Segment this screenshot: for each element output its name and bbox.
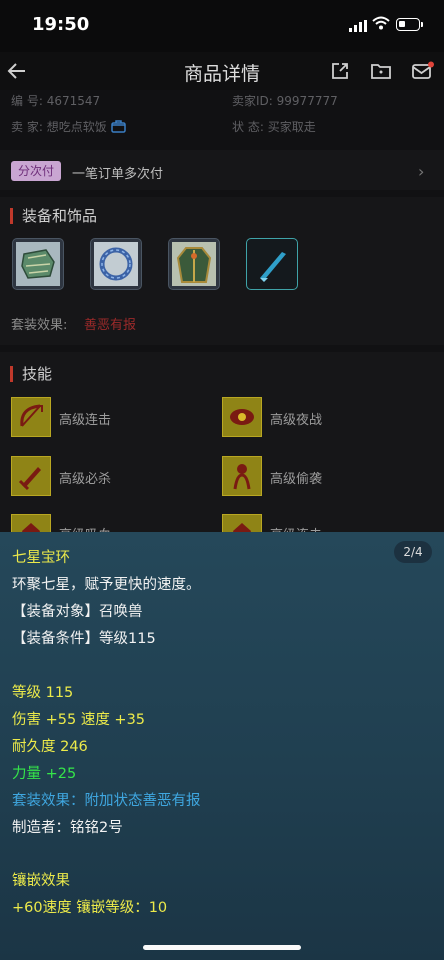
robe-icon[interactable]	[168, 238, 220, 290]
chevron-right-icon[interactable]: ›	[418, 162, 424, 181]
equipment-title: 装备和饰品	[10, 208, 97, 224]
home-indicator[interactable]	[143, 945, 301, 950]
status-time: 19:50	[32, 14, 90, 35]
bow-icon[interactable]	[11, 397, 51, 437]
skill-label: 高级连击	[59, 413, 112, 428]
eye-icon[interactable]	[222, 397, 262, 437]
figure-icon[interactable]	[222, 456, 262, 496]
item-condition: 【装备条件】等级115	[12, 631, 156, 647]
state-label: 状 态:	[232, 120, 264, 134]
folder-icon[interactable]	[370, 61, 392, 81]
item-maker: 制造者：铭铭2号	[12, 820, 123, 836]
ring-icon[interactable]	[90, 238, 142, 290]
installment-text: 一笔订单多次付	[72, 167, 164, 182]
skills-title: 技能	[10, 366, 52, 382]
wifi-icon	[372, 16, 390, 30]
battery-cap	[421, 22, 423, 27]
armguard-icon[interactable]	[12, 238, 64, 290]
blade-icon[interactable]	[246, 238, 298, 290]
seller-label: 卖 家:	[11, 120, 43, 134]
item-description: 环聚七星，赋予更快的速度。	[12, 577, 201, 593]
inlay-title: 镶嵌效果	[12, 873, 70, 889]
item-name: 七星宝环	[12, 550, 70, 566]
set-effect-value: 善恶有报	[84, 318, 137, 333]
set-effect-label: 套装效果:	[11, 318, 68, 333]
seller: 卖 家: 想吃点软饭	[11, 118, 126, 135]
state: 状 态: 买家取走	[232, 118, 316, 135]
skill-label: 高级偷袭	[270, 472, 323, 487]
payment-card[interactable]	[0, 150, 444, 190]
state-value: 买家取走	[267, 120, 316, 134]
signal-icon	[349, 20, 367, 32]
item-set-effect: 套装效果：附加状态善恶有报	[12, 793, 201, 809]
item-id: 编 号: 4671547	[11, 92, 100, 109]
seller-id: 卖家ID: 99977777	[232, 92, 338, 109]
installment-badge: 分次付	[11, 161, 61, 181]
seller-id-value: 99977777	[276, 94, 338, 108]
status-bar: 19:50	[0, 0, 444, 52]
mail-icon[interactable]	[411, 61, 435, 81]
item-damage-speed: 伤害 +55 速度 +35	[12, 712, 146, 728]
share-icon[interactable]	[330, 61, 350, 81]
seller-id-label: 卖家ID:	[232, 94, 273, 108]
item-level: 等级 115	[12, 685, 74, 701]
item-durability: 耐久度 246	[12, 739, 88, 755]
item-strength: 力量 +25	[12, 766, 77, 782]
skill-label: 高级夜战	[270, 413, 323, 428]
skill-label: 高级必杀	[59, 472, 112, 487]
item-target: 【装备对象】召唤兽	[12, 604, 143, 620]
page-indicator: 2/4	[394, 541, 432, 563]
sword-icon[interactable]	[11, 456, 51, 496]
id-label: 编 号:	[11, 94, 43, 108]
battery-icon	[396, 18, 420, 31]
id-value: 4671547	[46, 94, 101, 108]
skills-card	[0, 352, 444, 532]
inlay-value: +60速度 镶嵌等级：10	[12, 900, 168, 916]
seller-value[interactable]: 想吃点软饭	[47, 120, 107, 134]
shop-icon[interactable]	[110, 120, 126, 133]
nav-bar: 商品详情	[0, 52, 444, 90]
